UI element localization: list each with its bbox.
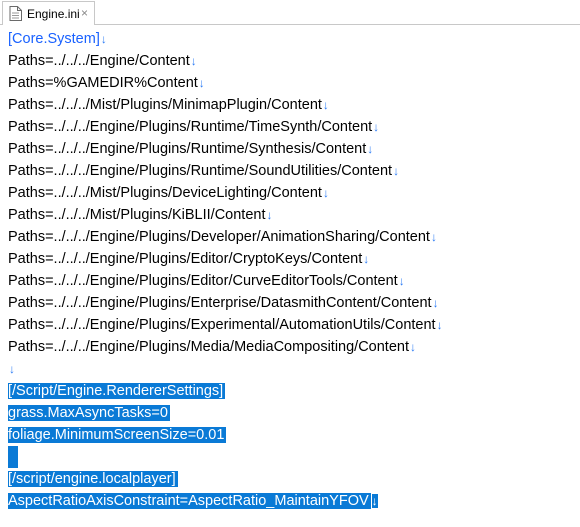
editor-line[interactable]: ↓	[8, 358, 15, 380]
editor-line[interactable]: Paths=../../../Engine/Plugins/Experiment…	[8, 314, 443, 336]
line-text: Paths=../../../Engine/Plugins/Experiment…	[8, 317, 436, 333]
editor-line[interactable]	[8, 446, 18, 468]
editor-line[interactable]: Paths=../../../Engine/Plugins/Editor/Cur…	[8, 270, 405, 292]
line-text: Paths=../../../Engine/Content	[8, 53, 190, 69]
line-break-marker: ↓	[398, 274, 405, 288]
line-text: Paths=../../../Engine/Plugins/Media/Medi…	[8, 339, 409, 355]
text-editor[interactable]: [Core.System]↓ Paths=../../../Engine/Cont…	[0, 26, 580, 527]
line-break-marker: ↓	[436, 318, 443, 332]
editor-line[interactable]: Paths=../../../Engine/Plugins/Enterprise…	[8, 292, 439, 314]
line-break-marker: ↓	[430, 230, 437, 244]
editor-line[interactable]: [/script/engine.localplayer]	[8, 468, 178, 490]
line-break-marker: ↓	[322, 98, 329, 112]
line-text: foliage.MinimumScreenSize=0.01	[8, 427, 227, 443]
line-text: Paths=../../../Engine/Plugins/Developer/…	[8, 229, 430, 245]
line-break-marker: ↓	[9, 362, 15, 376]
line-break-marker: ↓	[363, 252, 370, 266]
line-text: Paths=../../../Mist/Plugins/MinimapPlugi…	[8, 97, 322, 113]
line-text: [/Script/Engine.RendererSettings]	[8, 383, 226, 399]
line-break-marker: ↓	[100, 32, 107, 46]
line-text: Paths=%GAMEDIR%Content	[8, 75, 198, 91]
editor-line[interactable]: Paths=../../../Engine/Plugins/Runtime/So…	[8, 160, 399, 182]
tab-bar: Engine.ini ×	[0, 0, 580, 25]
editor-line[interactable]: Paths=../../../Engine/Plugins/Media/Medi…	[8, 336, 416, 358]
line-break-marker: ↓	[367, 142, 374, 156]
line-break-marker: ↓	[190, 54, 197, 68]
editor-line[interactable]: Paths=../../../Mist/Plugins/KiBLII/Conte…	[8, 204, 273, 226]
line-text: grass.MaxAsyncTasks=0	[8, 405, 170, 421]
editor-line[interactable]: [/Script/Engine.RendererSettings]	[8, 380, 226, 402]
tab-engine-ini[interactable]: Engine.ini ×	[2, 1, 95, 25]
line-text: Paths=../../../Engine/Plugins/Editor/Cur…	[8, 273, 398, 289]
editor-line[interactable]: AspectRatioAxisConstraint=AspectRatio_Ma…	[8, 490, 378, 512]
line-break-marker: ↓	[371, 494, 378, 508]
editor-line[interactable]: Paths=../../../Mist/Plugins/MinimapPlugi…	[8, 94, 329, 116]
editor-line[interactable]: Paths=%GAMEDIR%Content↓	[8, 72, 205, 94]
line-text: Paths=../../../Mist/Plugins/DeviceLighti…	[8, 185, 322, 201]
editor-line[interactable]: Paths=../../../Engine/Plugins/Editor/Cry…	[8, 248, 369, 270]
line-break-marker: ↓	[432, 296, 439, 310]
editor-line[interactable]: Paths=../../../Engine/Plugins/Runtime/Sy…	[8, 138, 373, 160]
line-text: Paths=../../../Engine/Plugins/Runtime/Ti…	[8, 119, 373, 135]
line-break-marker: ↓	[322, 186, 329, 200]
editor-line[interactable]: Paths=../../../Engine/Content↓	[8, 50, 197, 72]
editor-line[interactable]: [Core.System]↓	[8, 28, 107, 50]
tab-label: Engine.ini	[27, 7, 80, 21]
line-break-marker: ↓	[393, 164, 400, 178]
line-text: Paths=../../../Engine/Plugins/Editor/Cry…	[8, 251, 363, 267]
line-text: Paths=../../../Engine/Plugins/Runtime/Sy…	[8, 141, 367, 157]
line-break-marker: ↓	[373, 120, 380, 134]
line-break-marker: ↓	[198, 76, 205, 90]
line-break-marker: ↓	[410, 340, 416, 354]
editor-line[interactable]: Paths=../../../Engine/Plugins/Runtime/Ti…	[8, 116, 379, 138]
selection-highlight	[8, 446, 18, 468]
line-text: [/script/engine.localplayer]	[8, 471, 178, 487]
line-break-marker: ↓	[266, 208, 273, 222]
editor-line[interactable]: grass.MaxAsyncTasks=0	[8, 402, 170, 424]
editor-line[interactable]: Paths=../../../Mist/Plugins/DeviceLighti…	[8, 182, 329, 204]
line-text: Paths=../../../Engine/Plugins/Runtime/So…	[8, 163, 393, 179]
line-text: AspectRatioAxisConstraint=AspectRatio_Ma…	[8, 493, 371, 509]
editor-line[interactable]: foliage.MinimumScreenSize=0.01	[8, 424, 227, 446]
line-text: [Core.System]	[8, 31, 100, 47]
line-text: Paths=../../../Engine/Plugins/Enterprise…	[8, 295, 432, 311]
editor-line[interactable]: Paths=../../../Engine/Plugins/Developer/…	[8, 226, 437, 248]
line-text: Paths=../../../Mist/Plugins/KiBLII/Conte…	[8, 207, 266, 223]
close-icon[interactable]: ×	[81, 6, 88, 20]
file-icon	[9, 6, 22, 21]
